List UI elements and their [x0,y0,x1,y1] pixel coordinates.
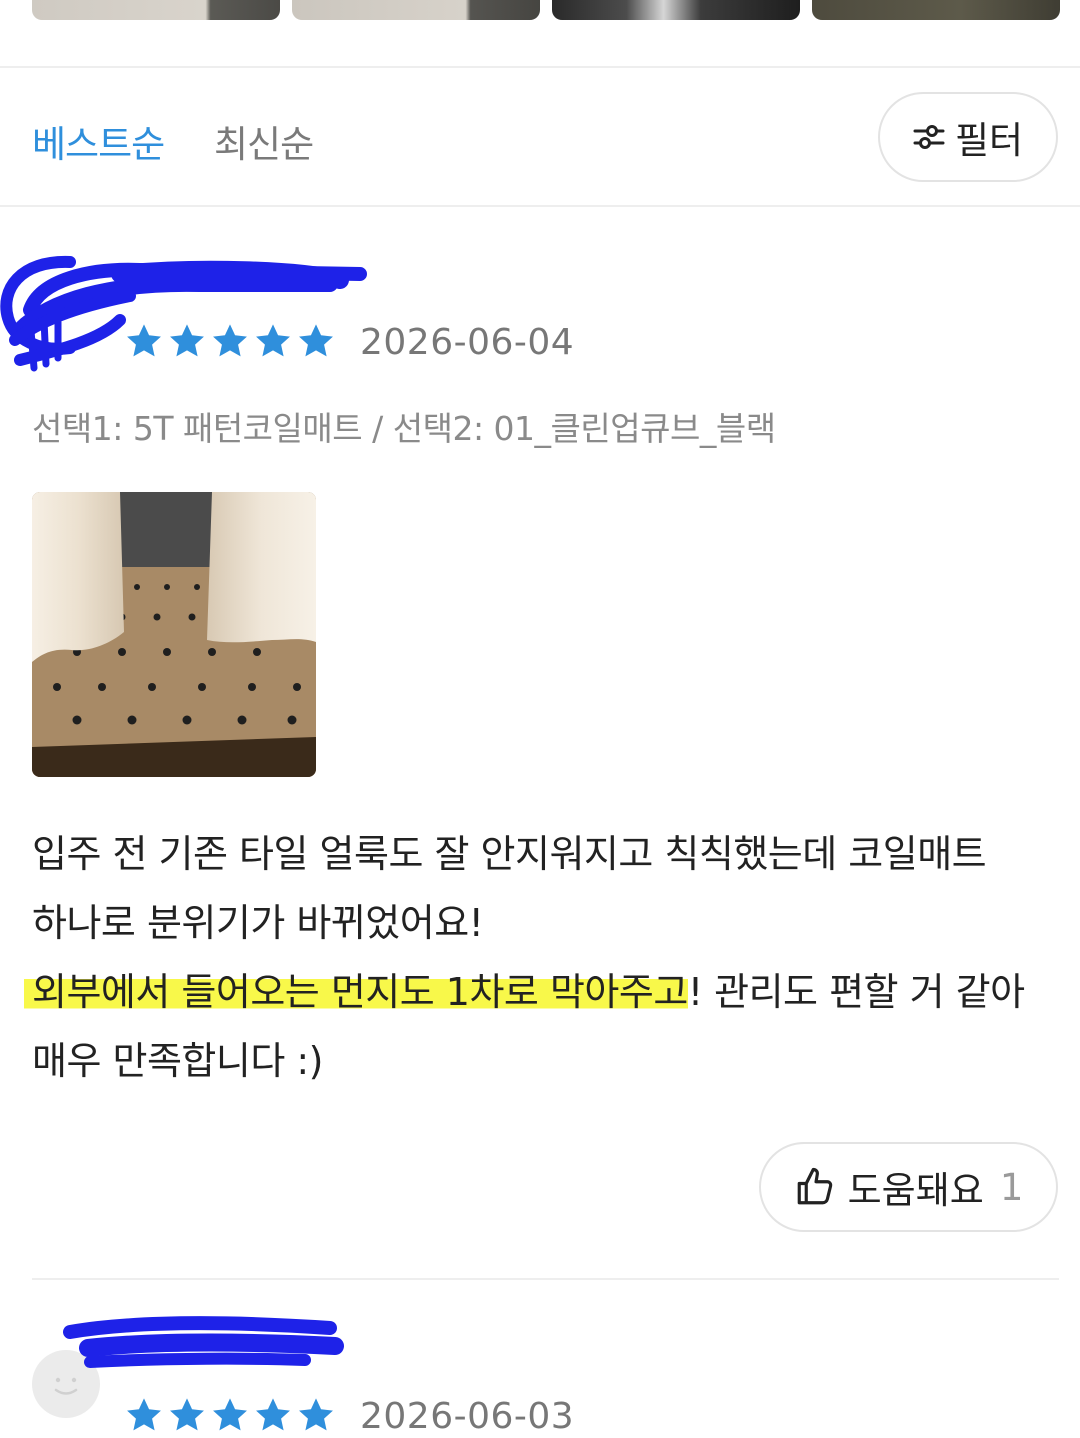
star-rating [125,322,335,360]
divider [0,205,1080,207]
redacted-reviewer-name [63,1316,344,1368]
review-photo[interactable] [32,492,316,777]
star-icon [299,1398,333,1431]
star-icon [256,324,290,357]
review-item: 2026-06-04 선택1: 5T 패턴코일매트 / 선택2: 01_클린업큐… [0,230,1080,1280]
review-text-line: 하나로 분위기가 바뀌었어요! [32,901,484,945]
filter-label: 필터 [954,119,1024,162]
helpful-button[interactable]: 도움돼요 1 [759,1142,1058,1232]
purchase-option: 선택1: 5T 패턴코일매트 / 선택2: 01_클린업큐브_블랙 [32,409,776,448]
review-body: 입주 전 기존 타일 얼룩도 잘 안지워지고 칙칙했는데 코일매트 하나로 분위… [24,820,1062,1096]
star-icon [127,324,161,357]
photo-thumbnail[interactable] [32,0,280,20]
star-rating [125,1396,335,1434]
review-date: 2026-06-04 [360,322,575,363]
filter-button[interactable]: 필터 [878,92,1058,182]
star-icon [127,1398,161,1431]
sliders-icon [913,125,945,149]
review-date: 2026-06-03 [360,1396,575,1437]
review-text-line: 입주 전 기존 타일 얼룩도 잘 안지워지고 칙칙했는데 코일매트 [32,832,987,876]
sort-tab-best[interactable]: 베스트순 [32,114,165,168]
photo-thumbnail[interactable] [292,0,540,20]
photo-thumbnail-strip [0,0,1080,22]
review-text-fragment: ! 관리도 편할 거 같아 [687,970,1025,1014]
star-icon [299,324,333,357]
highlighted-text: 외부에서 들어오는 먼지도 1차로 막아주고 [24,970,688,1014]
sort-bar: 베스트순 최신순 필터 [0,68,1080,206]
review-item: 2026-06-03 [0,1300,1080,1438]
helpful-label: 도움돼요 [847,1169,984,1212]
star-icon [213,324,247,357]
star-icon [213,1398,247,1431]
sort-tab-recent[interactable]: 최신순 [214,114,314,168]
review-text-line: 매우 만족합니다 :) [32,1039,324,1083]
star-icon [256,1398,290,1431]
helpful-count: 1 [999,1165,1024,1209]
star-icon [170,1398,204,1431]
photo-thumbnail[interactable] [812,0,1060,20]
review-text-line: 외부에서 들어오는 먼지도 1차로 막아주고! 관리도 편할 거 같아 [24,958,1062,1027]
photo-thumbnail[interactable] [552,0,800,20]
divider [32,1278,1059,1280]
thumbs-up-icon [797,1167,832,1205]
star-icon [170,324,204,357]
